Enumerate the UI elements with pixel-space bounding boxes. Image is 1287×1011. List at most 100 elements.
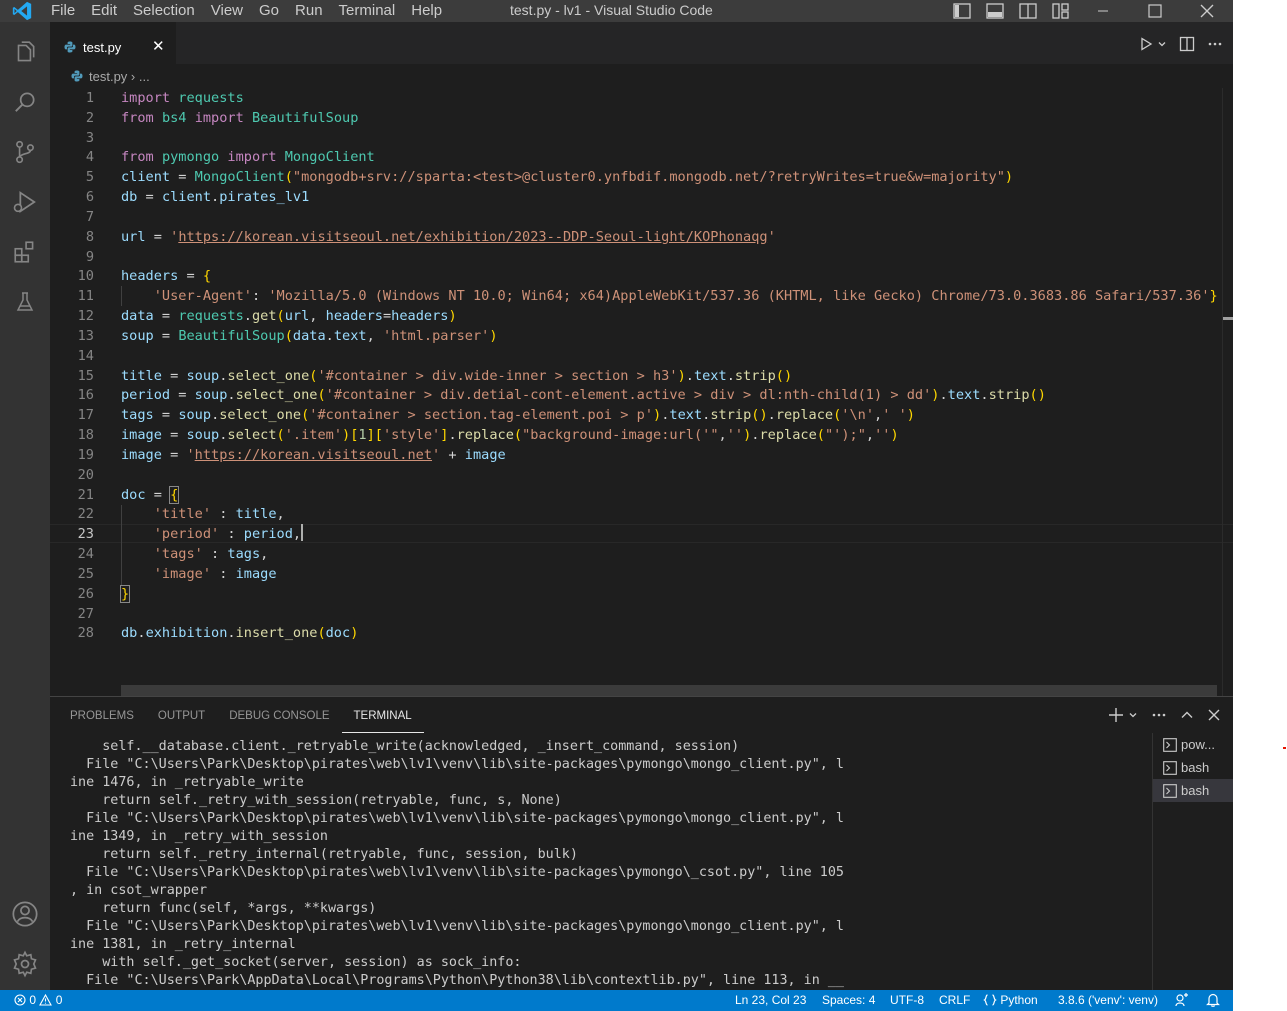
explorer-icon[interactable] xyxy=(0,29,50,77)
close-panel-icon[interactable] xyxy=(1207,708,1221,722)
breadcrumb: test.py › ... xyxy=(50,64,1233,88)
language-mode[interactable]: Python xyxy=(983,990,1038,1011)
terminal-icon xyxy=(1163,737,1177,752)
run-python-file-icon[interactable] xyxy=(1139,37,1153,51)
horizontal-scrollbar[interactable] xyxy=(121,685,1217,696)
code-line-4[interactable]: 4 from pymongo import MongoClient xyxy=(50,147,1220,167)
menu-help[interactable]: Help xyxy=(403,0,450,22)
tab-debug-console[interactable]: DEBUG CONSOLE xyxy=(217,697,341,733)
code-line-20[interactable]: 20 xyxy=(50,465,1220,485)
minimize-icon[interactable] xyxy=(1077,0,1129,22)
terminal-line: ine 1349, in _retry_with_session xyxy=(70,829,328,844)
terminal-line: with self._get_socket(server, session) a… xyxy=(70,955,522,970)
line-number: 3 xyxy=(85,129,94,146)
python-interpreter[interactable]: 3.8.6 ('venv': venv) xyxy=(1058,990,1158,1011)
code-line-11[interactable]: 11 'User-Agent': 'Mozilla/5.0 (Windows N… xyxy=(50,286,1220,306)
code-line-12[interactable]: 12 data = requests.get(url, headers=heade… xyxy=(50,306,1220,326)
new-terminal-plus-icon[interactable] xyxy=(1108,707,1124,723)
code-line-27[interactable]: 27 xyxy=(50,604,1220,624)
code-line-2[interactable]: 2 from bs4 import BeautifulSoup xyxy=(50,108,1220,128)
end-of-line[interactable]: CRLF xyxy=(939,990,970,1011)
code-line-6[interactable]: 6 db = client.pirates_lv1 xyxy=(50,187,1220,207)
terminal-output[interactable]: self.__database.client._retryable_write(… xyxy=(70,738,1150,988)
more-actions-icon[interactable] xyxy=(1151,707,1167,723)
tab-problems[interactable]: PROBLEMS xyxy=(50,697,146,733)
terminal-line: return self._retry_with_session(retryabl… xyxy=(70,793,562,808)
extensions-icon[interactable] xyxy=(0,228,50,276)
code-line-14[interactable]: 14 xyxy=(50,346,1220,366)
tab-test-py[interactable]: test.py ✕ xyxy=(50,22,176,64)
problems-status[interactable]: 0 0 xyxy=(14,990,62,1011)
code-line-9[interactable]: 9 xyxy=(50,247,1220,267)
more-actions-icon[interactable] xyxy=(1207,36,1223,52)
indentation[interactable]: Spaces: 4 xyxy=(822,990,875,1011)
terminal-dropdown-chevron-down-icon[interactable] xyxy=(1128,710,1138,720)
menu-go[interactable]: Go xyxy=(251,0,287,22)
cursor-position[interactable]: Ln 23, Col 23 xyxy=(735,990,806,1011)
terminal-item-bash[interactable]: bash xyxy=(1153,756,1233,779)
split-editor-icon[interactable] xyxy=(1179,36,1195,52)
feedback-icon[interactable] xyxy=(1175,990,1189,1011)
menu-run[interactable]: Run xyxy=(287,0,331,22)
menu-selection[interactable]: Selection xyxy=(125,0,203,22)
code-line-22[interactable]: 22 'title' : title, xyxy=(50,504,1220,524)
maximize-panel-chevron-up-icon[interactable] xyxy=(1180,708,1194,722)
code-line-16[interactable]: 16 period = soup.select_one('#container >… xyxy=(50,385,1220,405)
code-line-13[interactable]: 13 soup = BeautifulSoup(data.text, 'html.… xyxy=(50,326,1220,346)
maximize-icon[interactable] xyxy=(1129,0,1181,22)
terminal-item-bash-selected[interactable]: bash xyxy=(1153,779,1233,802)
encoding[interactable]: UTF-8 xyxy=(890,990,924,1011)
accounts-icon[interactable] xyxy=(0,890,50,938)
code-line-25[interactable]: 25 'image' : image xyxy=(50,564,1220,584)
code-line-15[interactable]: 15 title = soup.select_one('#container > … xyxy=(50,366,1220,386)
code-line-1[interactable]: 1 import requests xyxy=(50,88,1220,108)
code-line-24[interactable]: 24 'tags' : tags, xyxy=(50,544,1220,564)
tab-output[interactable]: OUTPUT xyxy=(146,697,217,733)
code-line-28[interactable]: 28 db.exhibition.insert_one(doc) xyxy=(50,623,1220,643)
line-number: 15 xyxy=(77,367,94,384)
terminal-line: ine 1381, in _retry_internal xyxy=(70,937,296,952)
line-number: 20 xyxy=(77,466,94,483)
toggle-secondary-sidebar-icon[interactable] xyxy=(1011,0,1044,22)
code-line-10[interactable]: 10 headers = { xyxy=(50,266,1220,286)
breadcrumb-file[interactable]: test.py xyxy=(89,69,127,84)
run-debug-icon[interactable] xyxy=(0,178,50,226)
menu-file[interactable]: File xyxy=(43,0,83,22)
line-number: 27 xyxy=(77,605,94,622)
code-line-18[interactable]: 18 image = soup.select('.item')[1]['style… xyxy=(50,425,1220,445)
line-number: 10 xyxy=(77,268,94,285)
close-window-icon[interactable] xyxy=(1181,0,1233,22)
code-line-8[interactable]: 8 url = 'https://korean.visitseoul.net/ex… xyxy=(50,227,1220,247)
search-icon[interactable] xyxy=(0,78,50,126)
error-icon xyxy=(14,994,26,1006)
code-editor[interactable]: 1 import requests 2 from bs4 import Beautif… xyxy=(50,88,1233,696)
terminal-item-powershell[interactable]: pow... xyxy=(1153,733,1233,756)
line-number: 23 xyxy=(77,526,94,543)
code-text: tags = soup.select_one('#container > sec… xyxy=(121,407,915,424)
close-tab-icon[interactable]: ✕ xyxy=(152,37,165,55)
code-line-5[interactable]: 5 client = MongoClient("mongodb+srv://spa… xyxy=(50,167,1220,187)
vertical-scrollbar[interactable] xyxy=(1222,88,1233,696)
menu-view[interactable]: View xyxy=(203,0,251,22)
notifications-bell-icon[interactable] xyxy=(1206,990,1220,1011)
line-number: 7 xyxy=(85,208,94,225)
code-line-23[interactable]: 23 'period' : period, xyxy=(50,524,1220,544)
line-number: 17 xyxy=(77,407,94,424)
breadcrumb-symbols[interactable]: ... xyxy=(139,69,150,84)
toggle-panel-icon[interactable] xyxy=(978,0,1011,22)
testing-icon[interactable] xyxy=(0,278,50,326)
customize-layout-icon[interactable] xyxy=(1044,0,1077,22)
tab-terminal[interactable]: TERMINAL xyxy=(341,697,424,733)
code-line-7[interactable]: 7 xyxy=(50,207,1220,227)
source-control-icon[interactable] xyxy=(0,128,50,176)
code-line-17[interactable]: 17 tags = soup.select_one('#container > s… xyxy=(50,405,1220,425)
code-line-19[interactable]: 19 image = 'https://korean.visitseoul.net… xyxy=(50,445,1220,465)
run-dropdown-chevron-down-icon[interactable] xyxy=(1157,39,1167,49)
code-line-3[interactable]: 3 xyxy=(50,128,1220,148)
menu-edit[interactable]: Edit xyxy=(83,0,125,22)
code-line-26[interactable]: 26} xyxy=(50,584,1220,604)
toggle-primary-sidebar-icon[interactable] xyxy=(945,0,978,22)
code-line-21[interactable]: 21 doc = { xyxy=(50,485,1220,505)
menu-terminal[interactable]: Terminal xyxy=(331,0,404,22)
manage-gear-icon[interactable] xyxy=(0,940,50,988)
